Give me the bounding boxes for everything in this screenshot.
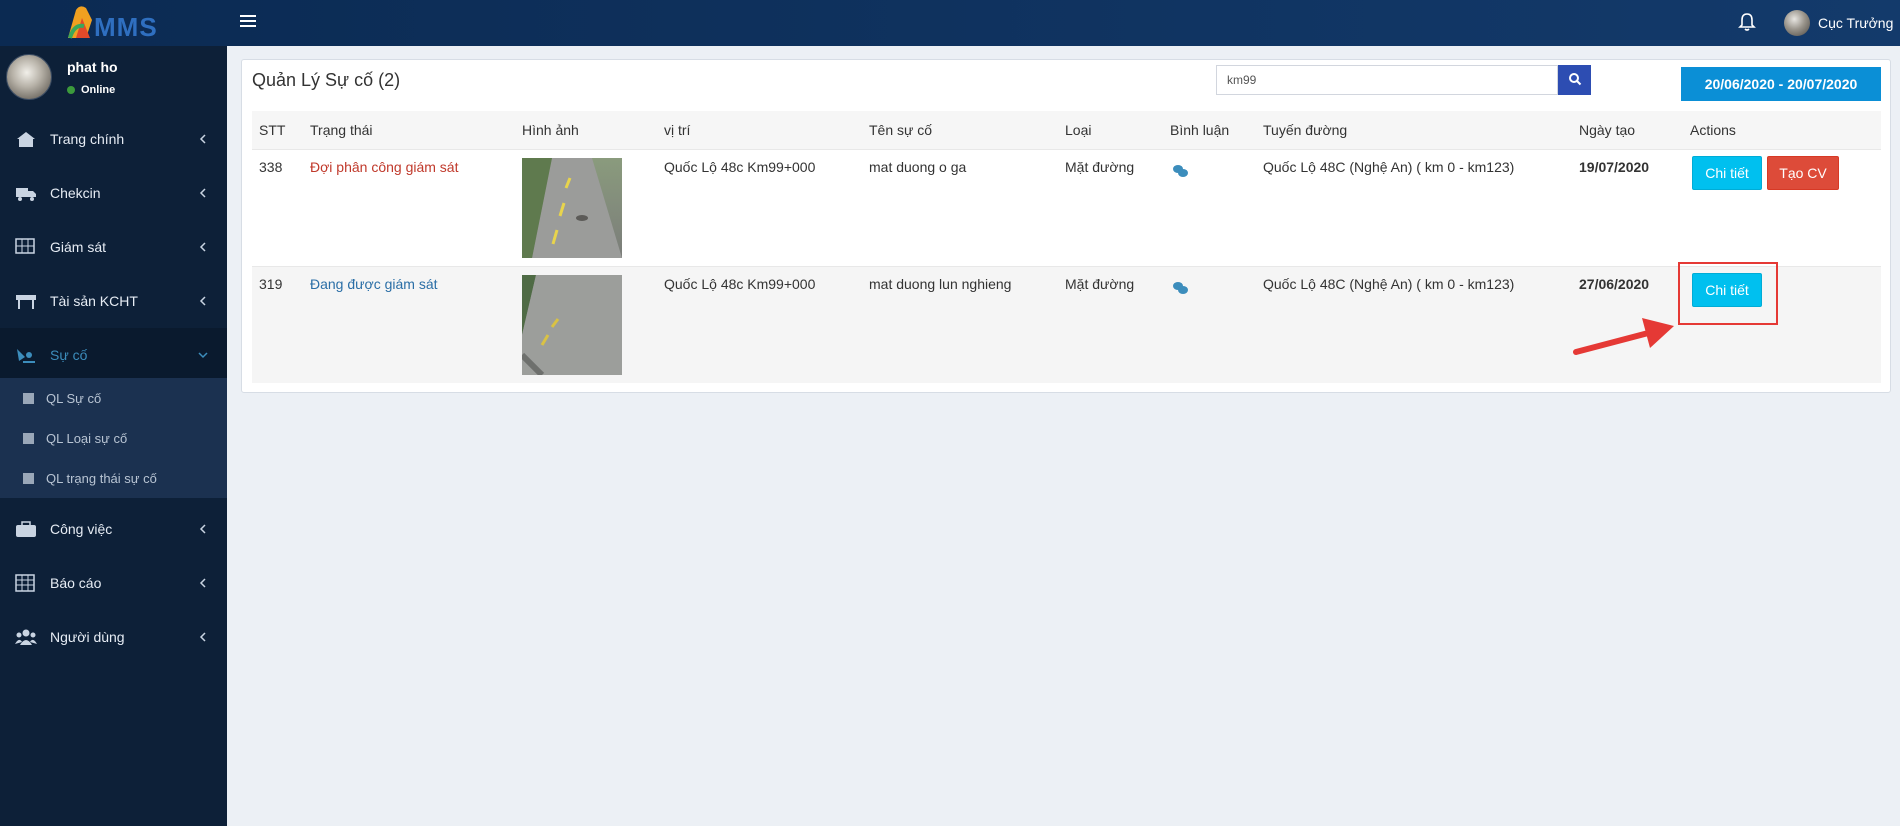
page-title: Quản Lý Sự cố (2) [252,70,401,90]
sidebar-item-label: Tài sản KCHT [50,293,138,309]
cell-type: Mặt đường [1065,276,1135,292]
sidebar-item-checkin[interactable]: Chekcin [0,166,227,220]
chevron-left-icon [199,134,206,144]
chevron-down-icon [198,352,208,359]
chevron-left-icon [199,632,206,642]
incident-photo[interactable] [522,158,622,258]
table-row: 338 Đợi phân công giám sát Quốc Lộ 48c K… [252,149,1881,266]
submenu-su-co: QL Sự cố QL Loại sự cố QL trạng thái sự … [0,378,227,498]
chevron-left-icon [199,188,206,198]
user-menu[interactable]: Cục Trưởng [1784,8,1893,38]
user-panel: phat ho Online [0,46,227,112]
column-header: Hình ảnh [522,122,579,138]
search-input[interactable] [1216,65,1558,95]
cell-date: 27/06/2020 [1579,276,1650,292]
table-icon [15,574,35,592]
cell-date: 19/07/2020 [1579,159,1650,175]
top-header: MMS Cục Trưởng [0,0,1900,46]
bell-icon[interactable] [1737,11,1757,33]
user-name: Cục Trưởng [1818,15,1894,31]
sidebar-item-label: Sự cố [50,347,88,363]
briefcase-icon [16,521,36,537]
create-task-button[interactable]: Tạo CV [1767,156,1839,190]
column-header: vị trí [664,122,691,138]
square-icon [23,392,34,404]
cell-stt: 319 [259,276,283,292]
cell-type: Mặt đường [1065,159,1135,175]
app-logo[interactable]: MMS [60,4,170,42]
table-header: STT Trạng thái Hình ảnh vị trí Tên sự cố… [252,111,1881,149]
sidebar-item-su-co[interactable]: Sự cố [0,328,227,382]
cell-location: Quốc Lộ 48c Km99+000 [664,159,816,175]
cell-name: mat duong lun nghieng [869,276,1012,292]
comments-icon[interactable] [1172,164,1189,178]
cell-route: Quốc Lộ 48C (Nghệ An) ( km 0 - km123) [1263,276,1515,292]
search-bar [1216,65,1591,95]
incident-photo[interactable] [522,275,622,375]
user-status: Online [67,84,115,96]
column-header: Ngày tạo [1579,122,1636,138]
submenu-item-ql-su-co[interactable]: QL Sự cố [0,378,227,418]
cell-stt: 338 [259,159,283,175]
comments-icon[interactable] [1172,281,1189,295]
user-status-label: Online [81,84,116,96]
sidebar-item-label: Người dùng [50,629,125,645]
chevron-left-icon [199,242,206,252]
submenu-item-label: QL Loại sự cố [46,430,128,446]
column-header: Trạng thái [310,122,373,138]
date-range-button[interactable]: 20/06/2020 - 20/07/2020 [1681,67,1881,101]
road-barrier-icon [16,295,36,309]
chevron-left-icon [199,578,206,588]
square-icon [23,472,34,484]
sidebar-item-label: Báo cáo [50,575,102,591]
submenu-item-label: QL Sự cố [46,390,102,406]
column-header: STT [259,122,286,138]
column-header: Actions [1690,122,1736,138]
sidebar-item-label: Công việc [50,521,113,537]
sidebar-item-tai-san-kcht[interactable]: Tài sản KCHT [0,274,227,328]
incident-list-panel: Quản Lý Sự cố (2) 20/06/2020 - 20/07/202… [241,59,1891,393]
online-dot-icon [67,86,75,94]
square-icon [23,432,34,444]
chevron-left-icon [199,524,206,534]
avatar [6,54,52,100]
cell-route: Quốc Lộ 48C (Nghệ An) ( km 0 - km123) [1263,159,1515,175]
table-row: 319 Đang được giám sát Quốc Lộ 48c Km99+… [252,266,1881,383]
incident-icon [17,349,35,363]
cell-status: Đợi phân công giám sát [310,159,459,175]
avatar [1784,10,1810,36]
search-button[interactable] [1558,65,1591,95]
logo-text: MMS [94,12,158,42]
column-header: Tuyến đường [1263,122,1348,138]
sidebar-item-trang-chinh[interactable]: Trang chính [0,112,227,166]
cell-status: Đang được giám sát [310,276,438,292]
chevron-left-icon [199,296,206,306]
sidebar-item-label: Trang chính [50,131,125,147]
cell-location: Quốc Lộ 48c Km99+000 [664,276,816,292]
column-header: Loại [1065,122,1092,138]
cell-name: mat duong o ga [869,159,967,175]
submenu-item-label: QL trạng thái sự cố [46,470,157,486]
column-header: Bình luận [1170,122,1230,138]
sidebar-item-giam-sat[interactable]: Giám sát [0,220,227,274]
detail-button[interactable]: Chi tiết [1692,273,1762,307]
home-icon [17,132,35,147]
detail-button[interactable]: Chi tiết [1692,156,1762,190]
menu-toggle-icon[interactable] [240,13,256,29]
sidebar-item-nguoi-dung[interactable]: Người dùng [0,610,227,664]
submenu-item-ql-trang-thai-su-co[interactable]: QL trạng thái sự cố [0,458,227,498]
submenu-item-ql-loai-su-co[interactable]: QL Loại sự cố [0,418,227,458]
sidebar-item-cong-viec[interactable]: Công việc [0,502,227,556]
sidebar: phat ho Online Trang chính Chekcin Giám … [0,46,227,826]
truck-icon [16,188,36,201]
column-header: Tên sự cố [869,122,933,138]
sidebar-item-bao-cao[interactable]: Báo cáo [0,556,227,610]
users-icon [15,629,37,645]
monitor-grid-icon [15,238,35,254]
sidebar-item-label: Giám sát [50,239,107,255]
sidebar-item-label: Chekcin [50,185,101,201]
user-panel-name: phat ho [67,59,118,75]
search-icon [1568,72,1581,85]
